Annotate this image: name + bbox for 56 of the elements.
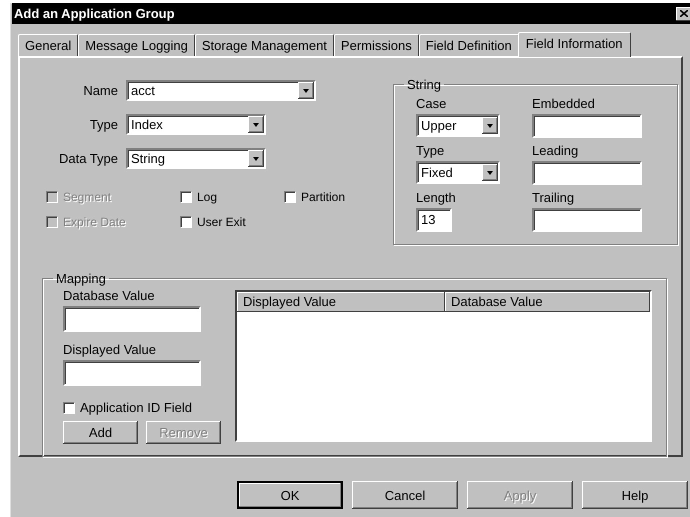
caret-icon [253,156,259,160]
column-header[interactable]: Displayed Value [237,292,445,312]
dropdown-field[interactable]: Upper [416,114,500,137]
field-label: Displayed Value [63,342,157,357]
checkbox-option[interactable]: Log [180,190,284,204]
dropdown-button[interactable] [482,117,498,134]
dropdown-button[interactable] [482,164,498,181]
input-field[interactable] [63,360,201,386]
group-title: Mapping [55,271,107,286]
field-label: Data Type [58,151,118,166]
input-field[interactable] [63,306,201,332]
close-button[interactable] [676,6,690,20]
close-icon [680,10,688,17]
caret-icon [487,170,493,174]
input-field[interactable]: 13 [416,208,452,232]
tab[interactable]: Storage Management [194,34,334,56]
checkbox-option[interactable]: User Exit [180,215,284,229]
tab[interactable]: General [18,34,78,56]
checkbox[interactable] [63,402,75,414]
checkbox[interactable] [180,191,192,203]
dropdown-button[interactable] [248,150,264,167]
caret-icon [487,124,493,128]
input-field[interactable] [532,114,642,138]
dropdown-field[interactable]: Index [126,114,266,135]
field-label: Trailing [532,190,576,205]
field-label: Name [82,83,118,98]
dropdown-button[interactable] [248,116,264,133]
column-header[interactable]: Database Value [445,292,650,312]
caret-icon [303,88,309,92]
tab[interactable]: Message Logging [78,34,195,56]
field-label: Case [416,96,448,111]
dialog-button[interactable]: OK [237,481,343,509]
action-button[interactable]: Add [63,421,138,444]
field-label: Leading [532,143,580,158]
group-title: String [406,77,442,92]
field-label: Type [416,143,446,158]
input-field[interactable] [532,161,642,185]
dialog-button[interactable]: Cancel [352,481,458,509]
tab[interactable]: Permissions [334,34,419,56]
dropdown-field[interactable]: acct [126,80,316,101]
dropdown-field[interactable]: Fixed [416,161,500,184]
input-field[interactable] [532,208,642,232]
checkbox[interactable] [284,191,296,203]
field-label: Length [416,190,457,205]
window-title: Add an Application Group [13,6,175,21]
dialog-button[interactable]: Help [582,481,688,509]
field-label: Database Value [63,288,156,303]
checkbox[interactable] [180,216,192,228]
checkbox-option[interactable]: Application ID Field [63,400,235,415]
field-label: Embedded [532,96,596,111]
checkbox-option[interactable]: Partition [284,190,384,204]
dropdown-field[interactable]: String [126,148,266,169]
tab[interactable]: Field Information [518,32,631,57]
caret-icon [253,122,259,126]
field-label: Type [88,117,118,132]
dropdown-button[interactable] [298,82,314,99]
